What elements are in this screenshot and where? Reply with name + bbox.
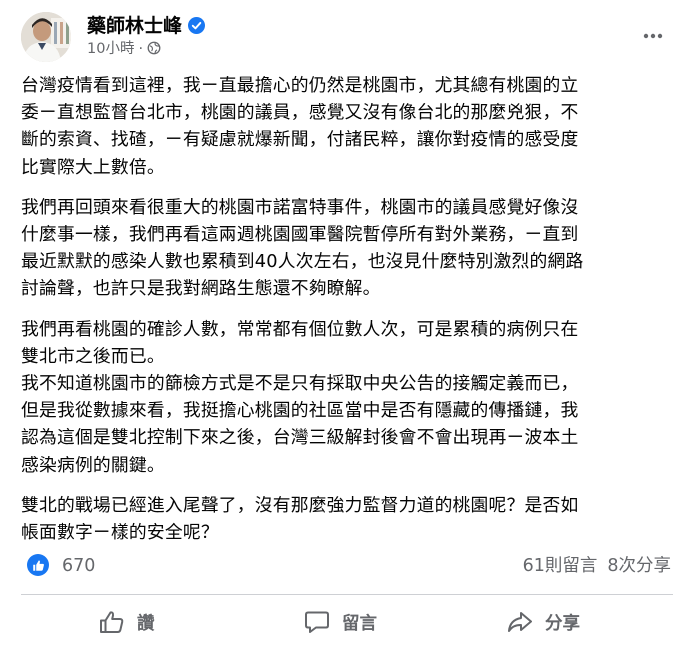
share-button[interactable]: 分享: [507, 600, 580, 644]
post-line: 什麼事一樣，我們再看這兩週桃園國軍醫院暫停所有對外業務，ㄧ直到: [21, 224, 579, 246]
comment-share-counts: 61則留言 8次分享: [523, 554, 671, 578]
post-paragraph: 雙北的戰場已經進入尾聲了，沒有那麼強力監督力道的桃園呢？是否如 帳面數字ㄧ樣的安…: [21, 492, 671, 546]
engagement-stats: 670 61則留言 8次分享: [27, 552, 671, 580]
post-line: 比實際大上數倍。: [21, 156, 165, 178]
post-meta: 10小時 ·: [87, 40, 161, 58]
post-line: 帳面數字ㄧ樣的安全呢？: [21, 522, 219, 544]
share-count[interactable]: 8次分享: [607, 556, 671, 576]
author-avatar[interactable]: [21, 12, 71, 62]
more-options-button[interactable]: [635, 18, 671, 54]
post-paragraph: 我們再看桃園的確診人數，常常都有個位數人次，可是累積的病例只在 雙北市之後而已。…: [21, 316, 671, 479]
post-paragraph: 我們再回頭來看很重大的桃園市諾富特事件，桃園市的議員感覺好像沒 什麼事一樣，我們…: [21, 194, 671, 303]
post-line: 感染病例的關鍵。: [21, 454, 165, 476]
more-options-icon: [643, 33, 663, 39]
comment-button-label: 留言: [342, 613, 377, 634]
post-line: 雙北的戰場已經進入尾聲了，沒有那麼強力監督力道的桃園呢？是否如: [21, 494, 579, 516]
post-line: 最近默默的感染人數也累積到40人次左右，也沒見什麼特別激烈的網路: [21, 251, 584, 273]
comment-icon: [305, 611, 329, 633]
post-body: 台灣疫情看到這裡，我ㄧ直最擔心的仍然是桃園市，尤其總有桃園的立 委ㄧ直想監督台北…: [21, 72, 671, 559]
post-action-bar: 讚 留言 分享: [21, 600, 673, 644]
post-paragraph: 台灣疫情看到這裡，我ㄧ直最擔心的仍然是桃園市，尤其總有桃園的立 委ㄧ直想監督台北…: [21, 72, 671, 181]
like-button-label: 讚: [137, 613, 155, 634]
comment-button[interactable]: 留言: [304, 600, 377, 644]
post-line: 我不知道桃園市的篩檢方式是不是只有採取中央公告的接觸定義而已，: [21, 373, 579, 395]
post-header: 藥師林士峰 10小時 ·: [21, 12, 671, 64]
reaction-badge[interactable]: [27, 554, 49, 576]
post-line: 委ㄧ直想監督台北市，桃園的議員，感覺又沒有像台北的那麼兇狠，不: [21, 102, 579, 124]
post-line: 台灣疫情看到這裡，我ㄧ直最擔心的仍然是桃園市，尤其總有桃園的立: [21, 75, 579, 96]
actions-divider: [21, 594, 673, 595]
verified-badge-icon: [188, 17, 206, 34]
post-line: 我們再回頭來看很重大的桃園市諾富特事件，桃園市的議員感覺好像沒: [21, 196, 579, 218]
post-line: 但是我從數據來看，我挺擔心桃園的社區當中是否有隱藏的傳播鏈，我: [21, 400, 579, 422]
post-timestamp[interactable]: 10小時: [87, 41, 134, 57]
profile-photo: [21, 12, 71, 62]
post-line: 斷的索資、找碴，ㄧ有疑慮就爆新聞，付諸民粹，讓你對疫情的感受度: [21, 129, 579, 151]
globe-icon[interactable]: [147, 41, 161, 55]
meta-separator: ·: [138, 41, 144, 57]
post-line: 我們再看桃園的確診人數，常常都有個位數人次，可是累積的病例只在: [21, 318, 579, 340]
share-arrow-icon: [508, 612, 532, 632]
author-name-text[interactable]: 藥師林士峰: [87, 15, 182, 37]
thumbs-up-icon: [100, 611, 124, 633]
post-line: 討論聲，也許只是我對網路生態還不夠瞭解。: [21, 278, 381, 300]
author-name[interactable]: 藥師林士峰: [87, 14, 206, 38]
facebook-post: 藥師林士峰 10小時 · 台灣疫情看到這裡，我ㄧ直最擔心的仍然是桃園市，尤其總有桃…: [0, 0, 687, 647]
like-count[interactable]: 670: [62, 554, 95, 578]
thumbs-up-badge-icon: [32, 559, 44, 571]
comment-count[interactable]: 61則留言: [523, 556, 598, 576]
share-button-label: 分享: [545, 613, 580, 634]
post-line: 雙北市之後而已。: [21, 345, 165, 367]
like-button[interactable]: 讚: [99, 600, 155, 644]
post-line: 認為這個是雙北控制下來之後，台灣三級解封後會不會出現再ㄧ波本土: [21, 427, 579, 449]
